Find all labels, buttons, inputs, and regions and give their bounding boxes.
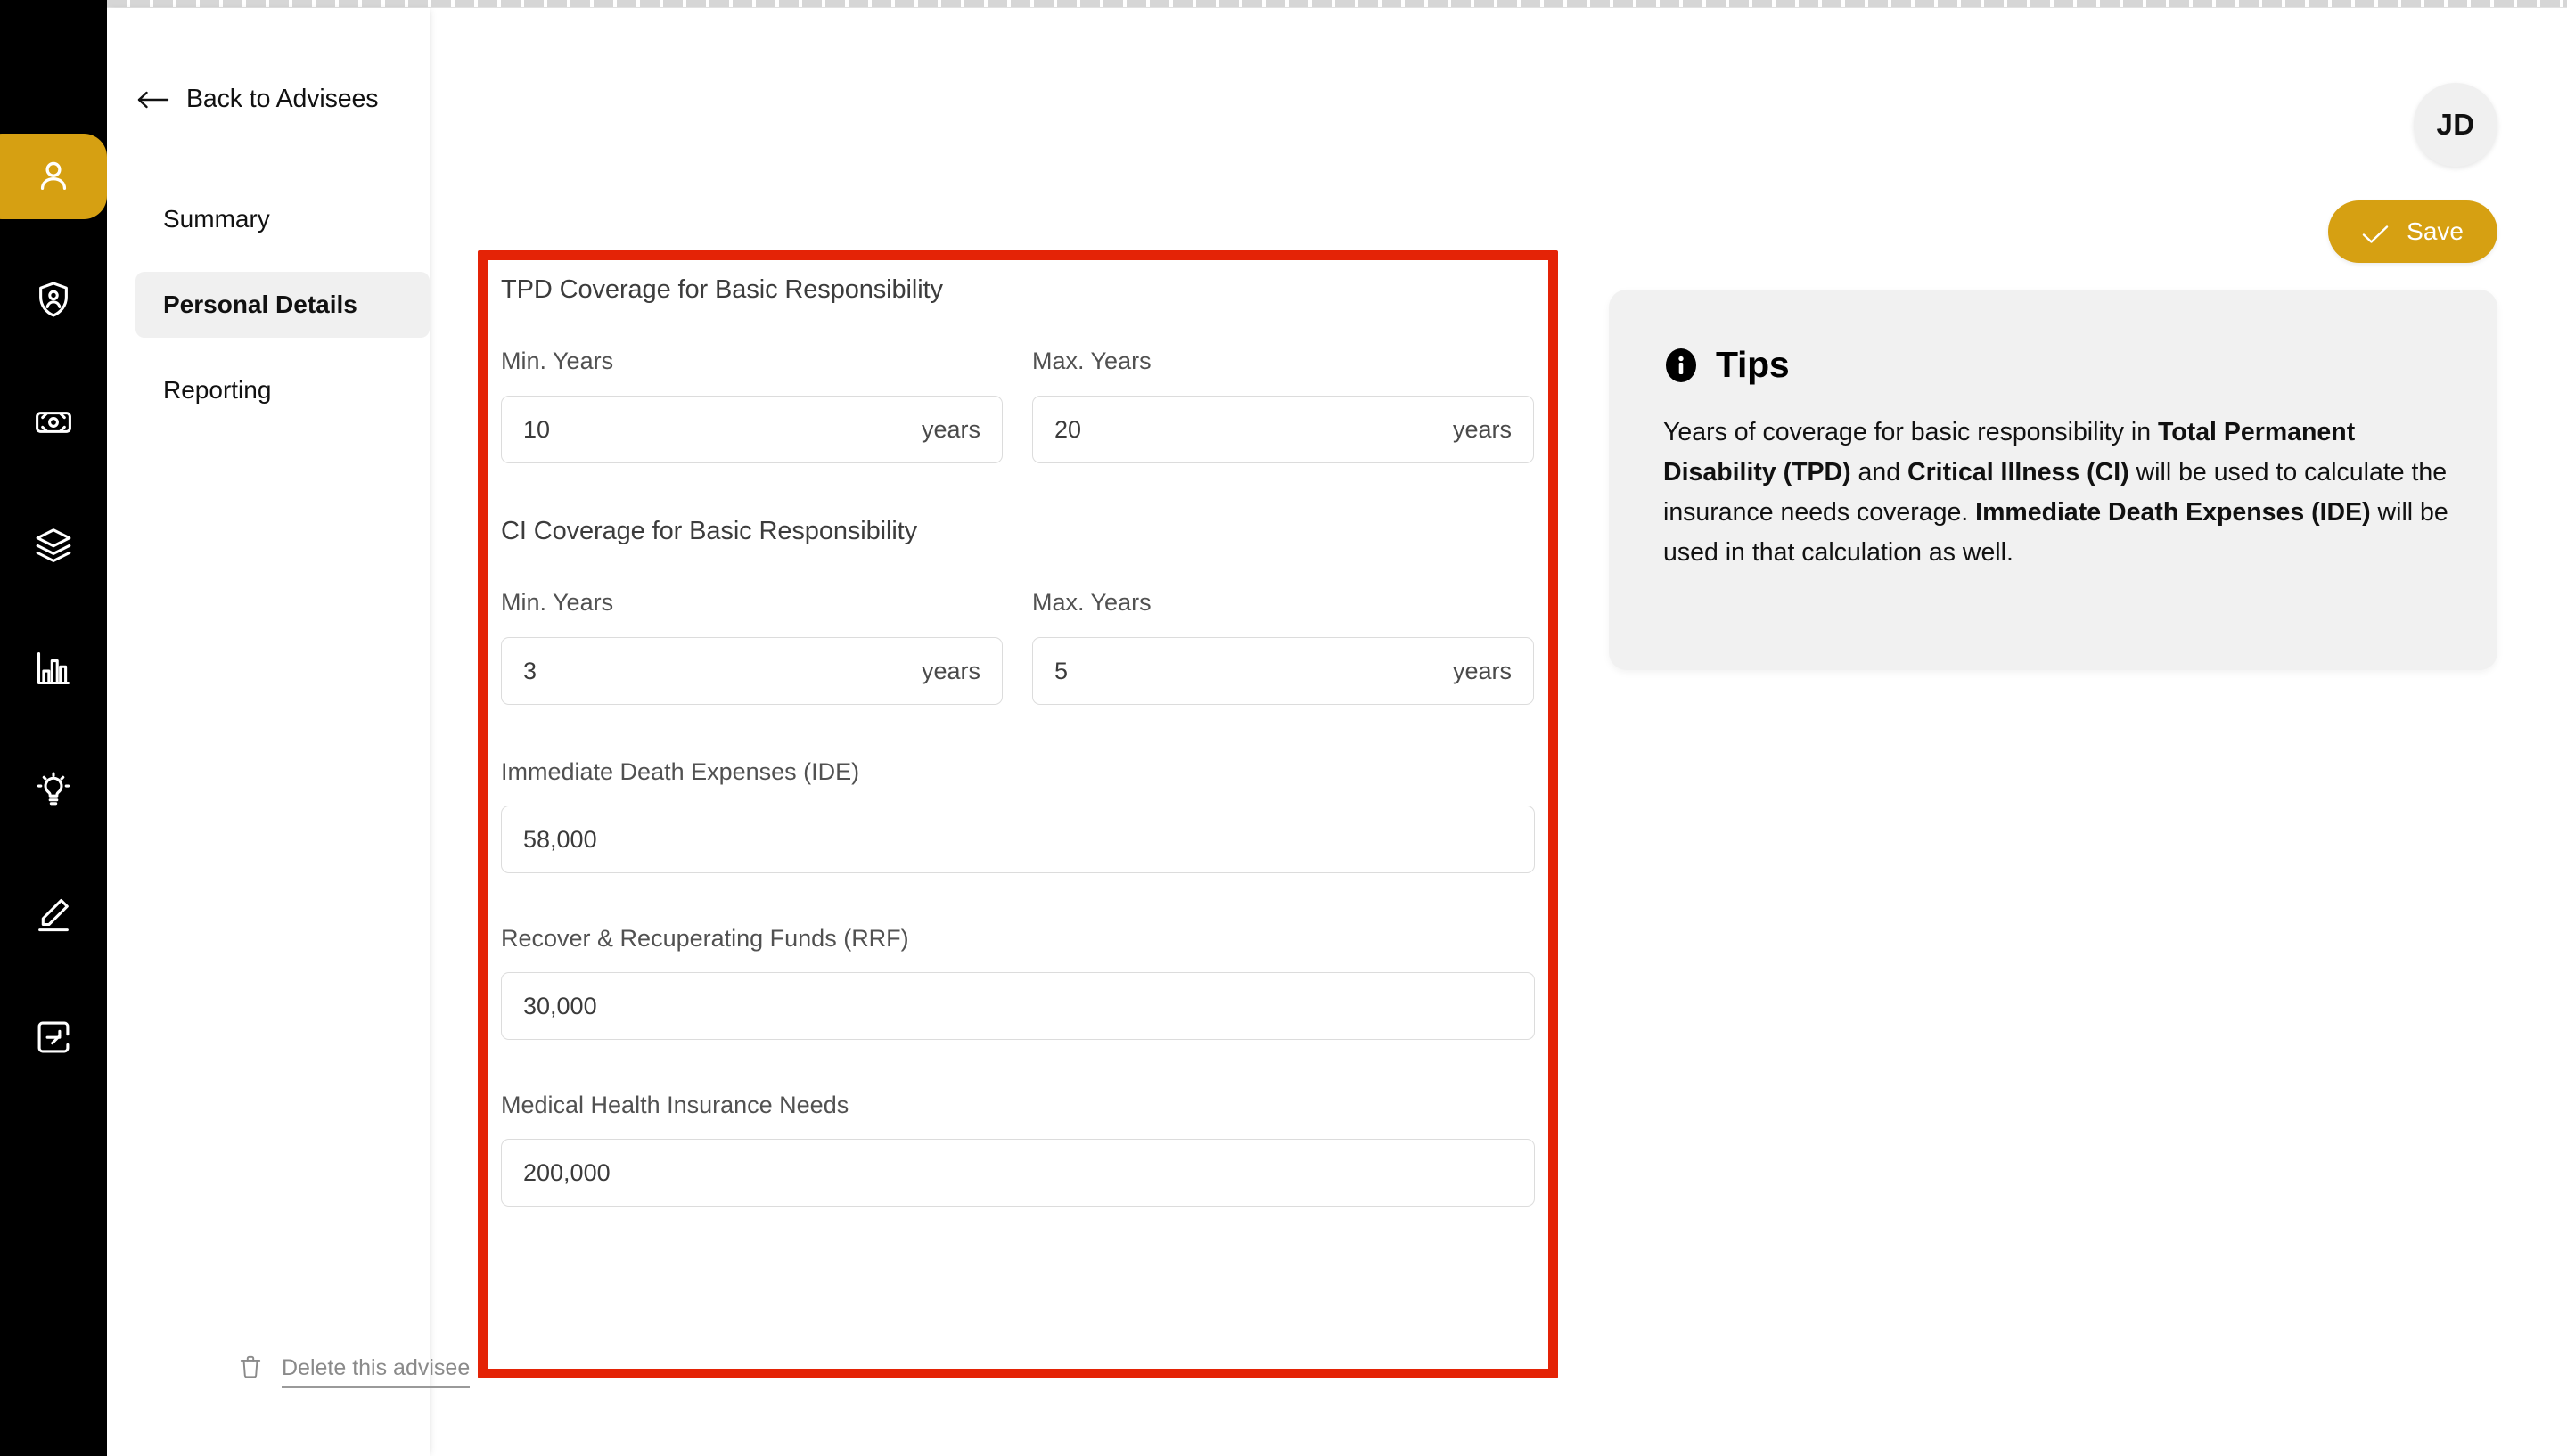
tpd-max-years-group: Max. Years 20 years [1032,348,1534,463]
tips-panel: Tips Years of coverage for basic respons… [1609,290,2497,670]
back-to-advisees-link[interactable]: Back to Advisees [136,85,379,114]
tpd-min-years-group: Min. Years 10 years [501,348,1003,463]
ci-min-years-input[interactable]: 3 years [501,637,1003,705]
layers-icon [33,525,74,566]
medical-health-insurance-needs-input[interactable]: 200,000 [501,1139,1535,1207]
advisee-nav: Summary Personal Details Reporting [107,186,430,443]
ide-value: 58,000 [523,825,597,853]
tpd-min-years-value: 10 [523,415,551,443]
tpd-min-years-suffix: years [921,415,980,443]
ci-min-years-suffix: years [921,657,980,684]
shield-person-icon [33,279,74,320]
tpd-min-years-input[interactable]: 10 years [501,396,1003,463]
pencil-icon [33,894,74,935]
tpd-years-row: Min. Years 10 years Max. Years 20 years [501,348,1535,463]
sidebar-item-reporting-label: Reporting [163,376,272,404]
rail-item-insights[interactable] [0,748,107,834]
ci-max-years-input[interactable]: 5 years [1032,637,1534,705]
banknote-icon [33,402,74,443]
sidebar-item-personal-details-label: Personal Details [163,290,357,318]
personal-details-form: TPD Coverage for Basic Responsibility Mi… [501,275,1535,1258]
ide-label: Immediate Death Expenses (IDE) [501,758,860,785]
tpd-section-title: TPD Coverage for Basic Responsibility [501,275,943,304]
rrf-input[interactable]: 30,000 [501,972,1535,1040]
rrf-group: Recover & Recuperating Funds (RRF) 30,00… [501,925,1535,1040]
person-icon [33,156,74,197]
rail-item-protection[interactable] [0,257,107,342]
tips-body: Years of coverage for basic responsibili… [1663,418,2448,568]
tpd-max-years-value: 20 [1054,415,1082,443]
avatar-initials: JD [2436,108,2475,141]
tpd-max-years-label: Max. Years [1032,348,1152,374]
advisee-sidebar: Back to Advisees Summary Personal Detail… [107,8,471,1456]
sidebar-item-personal-details[interactable]: Personal Details [135,272,430,338]
delete-advisee-button[interactable]: Delete this advisee [239,1354,471,1388]
save-button-label: Save [2407,217,2464,245]
ci-max-years-label: Max. Years [1032,589,1152,616]
ci-section-title: CI Coverage for Basic Responsibility [501,517,918,545]
rail-item-portfolio[interactable] [0,503,107,588]
rrf-label: Recover & Recuperating Funds (RRF) [501,925,909,952]
export-icon [33,1017,74,1058]
rrf-value: 30,000 [523,992,597,1019]
ci-min-years-label: Min. Years [501,589,614,616]
sidebar-item-summary[interactable]: Summary [135,186,430,252]
tpd-min-years-label: Min. Years [501,348,614,374]
ci-max-years-suffix: years [1452,657,1512,684]
ci-max-years-group: Max. Years 5 years [1032,589,1534,705]
tpd-max-years-input[interactable]: 20 years [1032,396,1534,463]
tips-title: Tips [1716,344,1790,385]
sidebar-item-reporting[interactable]: Reporting [135,357,430,423]
rail-item-analytics[interactable] [0,626,107,711]
trash-icon [239,1354,262,1381]
delete-advisee-label: Delete this advisee [282,1355,471,1388]
tpd-max-years-suffix: years [1452,415,1512,443]
ide-input[interactable]: 58,000 [501,806,1535,873]
medical-health-insurance-needs-label: Medical Health Insurance Needs [501,1092,849,1118]
info-icon [1663,346,1699,385]
icon-rail [0,0,107,1456]
ci-min-years-group: Min. Years 3 years [501,589,1003,705]
sidebar-item-summary-label: Summary [163,205,270,233]
tips-header: Tips [1663,344,2449,386]
save-button[interactable]: Save [2328,200,2497,263]
main-content: JD Save TPD Coverage for Basic Responsib… [430,8,2567,1456]
medical-health-insurance-needs-group: Medical Health Insurance Needs 200,000 [501,1092,1535,1207]
bar-chart-icon [33,648,74,689]
ci-max-years-value: 5 [1054,657,1069,684]
check-icon [2362,222,2389,243]
back-to-advisees-label: Back to Advisees [186,85,379,113]
rail-item-cashflow[interactable] [0,380,107,465]
ci-years-row: Min. Years 3 years Max. Years 5 years [501,589,1535,705]
ci-min-years-value: 3 [523,657,537,684]
lightbulb-icon [33,771,74,812]
app-root: Back to Advisees Summary Personal Detail… [0,0,2567,1456]
rail-item-person[interactable] [0,134,107,219]
rail-item-notes[interactable] [0,871,107,957]
arrow-left-icon [136,89,169,110]
rail-item-export[interactable] [0,994,107,1080]
top-scroll-strip[interactable] [107,0,2567,8]
ide-group: Immediate Death Expenses (IDE) 58,000 [501,758,1535,873]
medical-health-insurance-needs-value: 200,000 [523,1158,611,1186]
avatar[interactable]: JD [2414,83,2497,167]
